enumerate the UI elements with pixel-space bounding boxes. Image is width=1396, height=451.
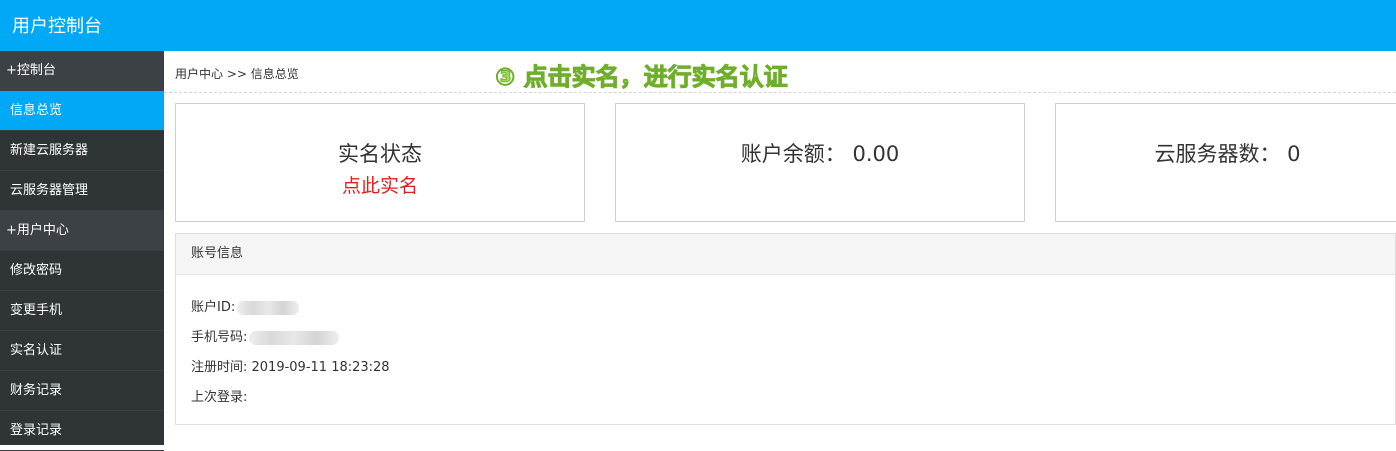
sidebar-item-change-phone[interactable]: 变更手机 bbox=[0, 291, 164, 331]
sidebar-item-finance-records[interactable]: 财务记录 bbox=[0, 371, 164, 411]
server-count-card: 云服务器数： 0 bbox=[1055, 103, 1396, 222]
main-content: 用户中心 >> 信息总览 ③ 点击实名，进行实名认证 实名状态 点此实名 账户余… bbox=[164, 51, 1396, 445]
account-balance: 账户余额： 0.00 bbox=[740, 142, 900, 166]
phone-label: 手机号码: bbox=[191, 330, 248, 345]
realname-status-card: 实名状态 点此实名 bbox=[175, 103, 585, 222]
account-id-label: 账户ID: bbox=[191, 300, 236, 315]
balance-card: 账户余额： 0.00 bbox=[615, 103, 1025, 222]
phone-row: 手机号码: bbox=[191, 326, 340, 345]
server-count: 云服务器数： 0 bbox=[1154, 142, 1301, 166]
sidebar-item-server-management[interactable]: 云服务器管理 bbox=[0, 171, 164, 211]
last-login: 上次登录: bbox=[191, 390, 248, 405]
sidebar-item-login-records[interactable]: 登录记录 bbox=[0, 411, 164, 451]
top-bar: 用户控制台 bbox=[0, 0, 1396, 51]
divider bbox=[164, 92, 1396, 93]
sidebar-item-overview[interactable]: 信息总览 bbox=[0, 91, 164, 131]
realname-link[interactable]: 点此实名 bbox=[176, 171, 584, 198]
account-id-row: 账户ID: bbox=[191, 296, 300, 315]
tutorial-annotation: ③ 点击实名，进行实名认证 bbox=[495, 63, 789, 92]
register-time: 注册时间: 2019-09-11 18:23:28 bbox=[191, 360, 390, 375]
sidebar: +控制台 信息总览 新建云服务器 云服务器管理 +用户中心 修改密码 变更手机 … bbox=[0, 51, 164, 451]
sidebar-group-console[interactable]: +控制台 bbox=[0, 51, 164, 91]
breadcrumb: 用户中心 >> 信息总览 bbox=[175, 67, 299, 81]
sidebar-group-user-center[interactable]: +用户中心 bbox=[0, 211, 164, 251]
sidebar-item-new-server[interactable]: 新建云服务器 bbox=[0, 131, 164, 171]
panel-title: 账号信息 bbox=[176, 234, 1395, 275]
sidebar-item-realname-auth[interactable]: 实名认证 bbox=[0, 331, 164, 371]
realname-status-title: 实名状态 bbox=[338, 142, 422, 166]
account-info-panel: 账号信息 账户ID: 手机号码: 注册时间: 2019-09-11 18:23:… bbox=[175, 233, 1396, 425]
redacted-value bbox=[237, 300, 300, 315]
redacted-value bbox=[249, 330, 340, 345]
app-title: 用户控制台 bbox=[12, 16, 102, 37]
sidebar-item-change-password[interactable]: 修改密码 bbox=[0, 251, 164, 291]
